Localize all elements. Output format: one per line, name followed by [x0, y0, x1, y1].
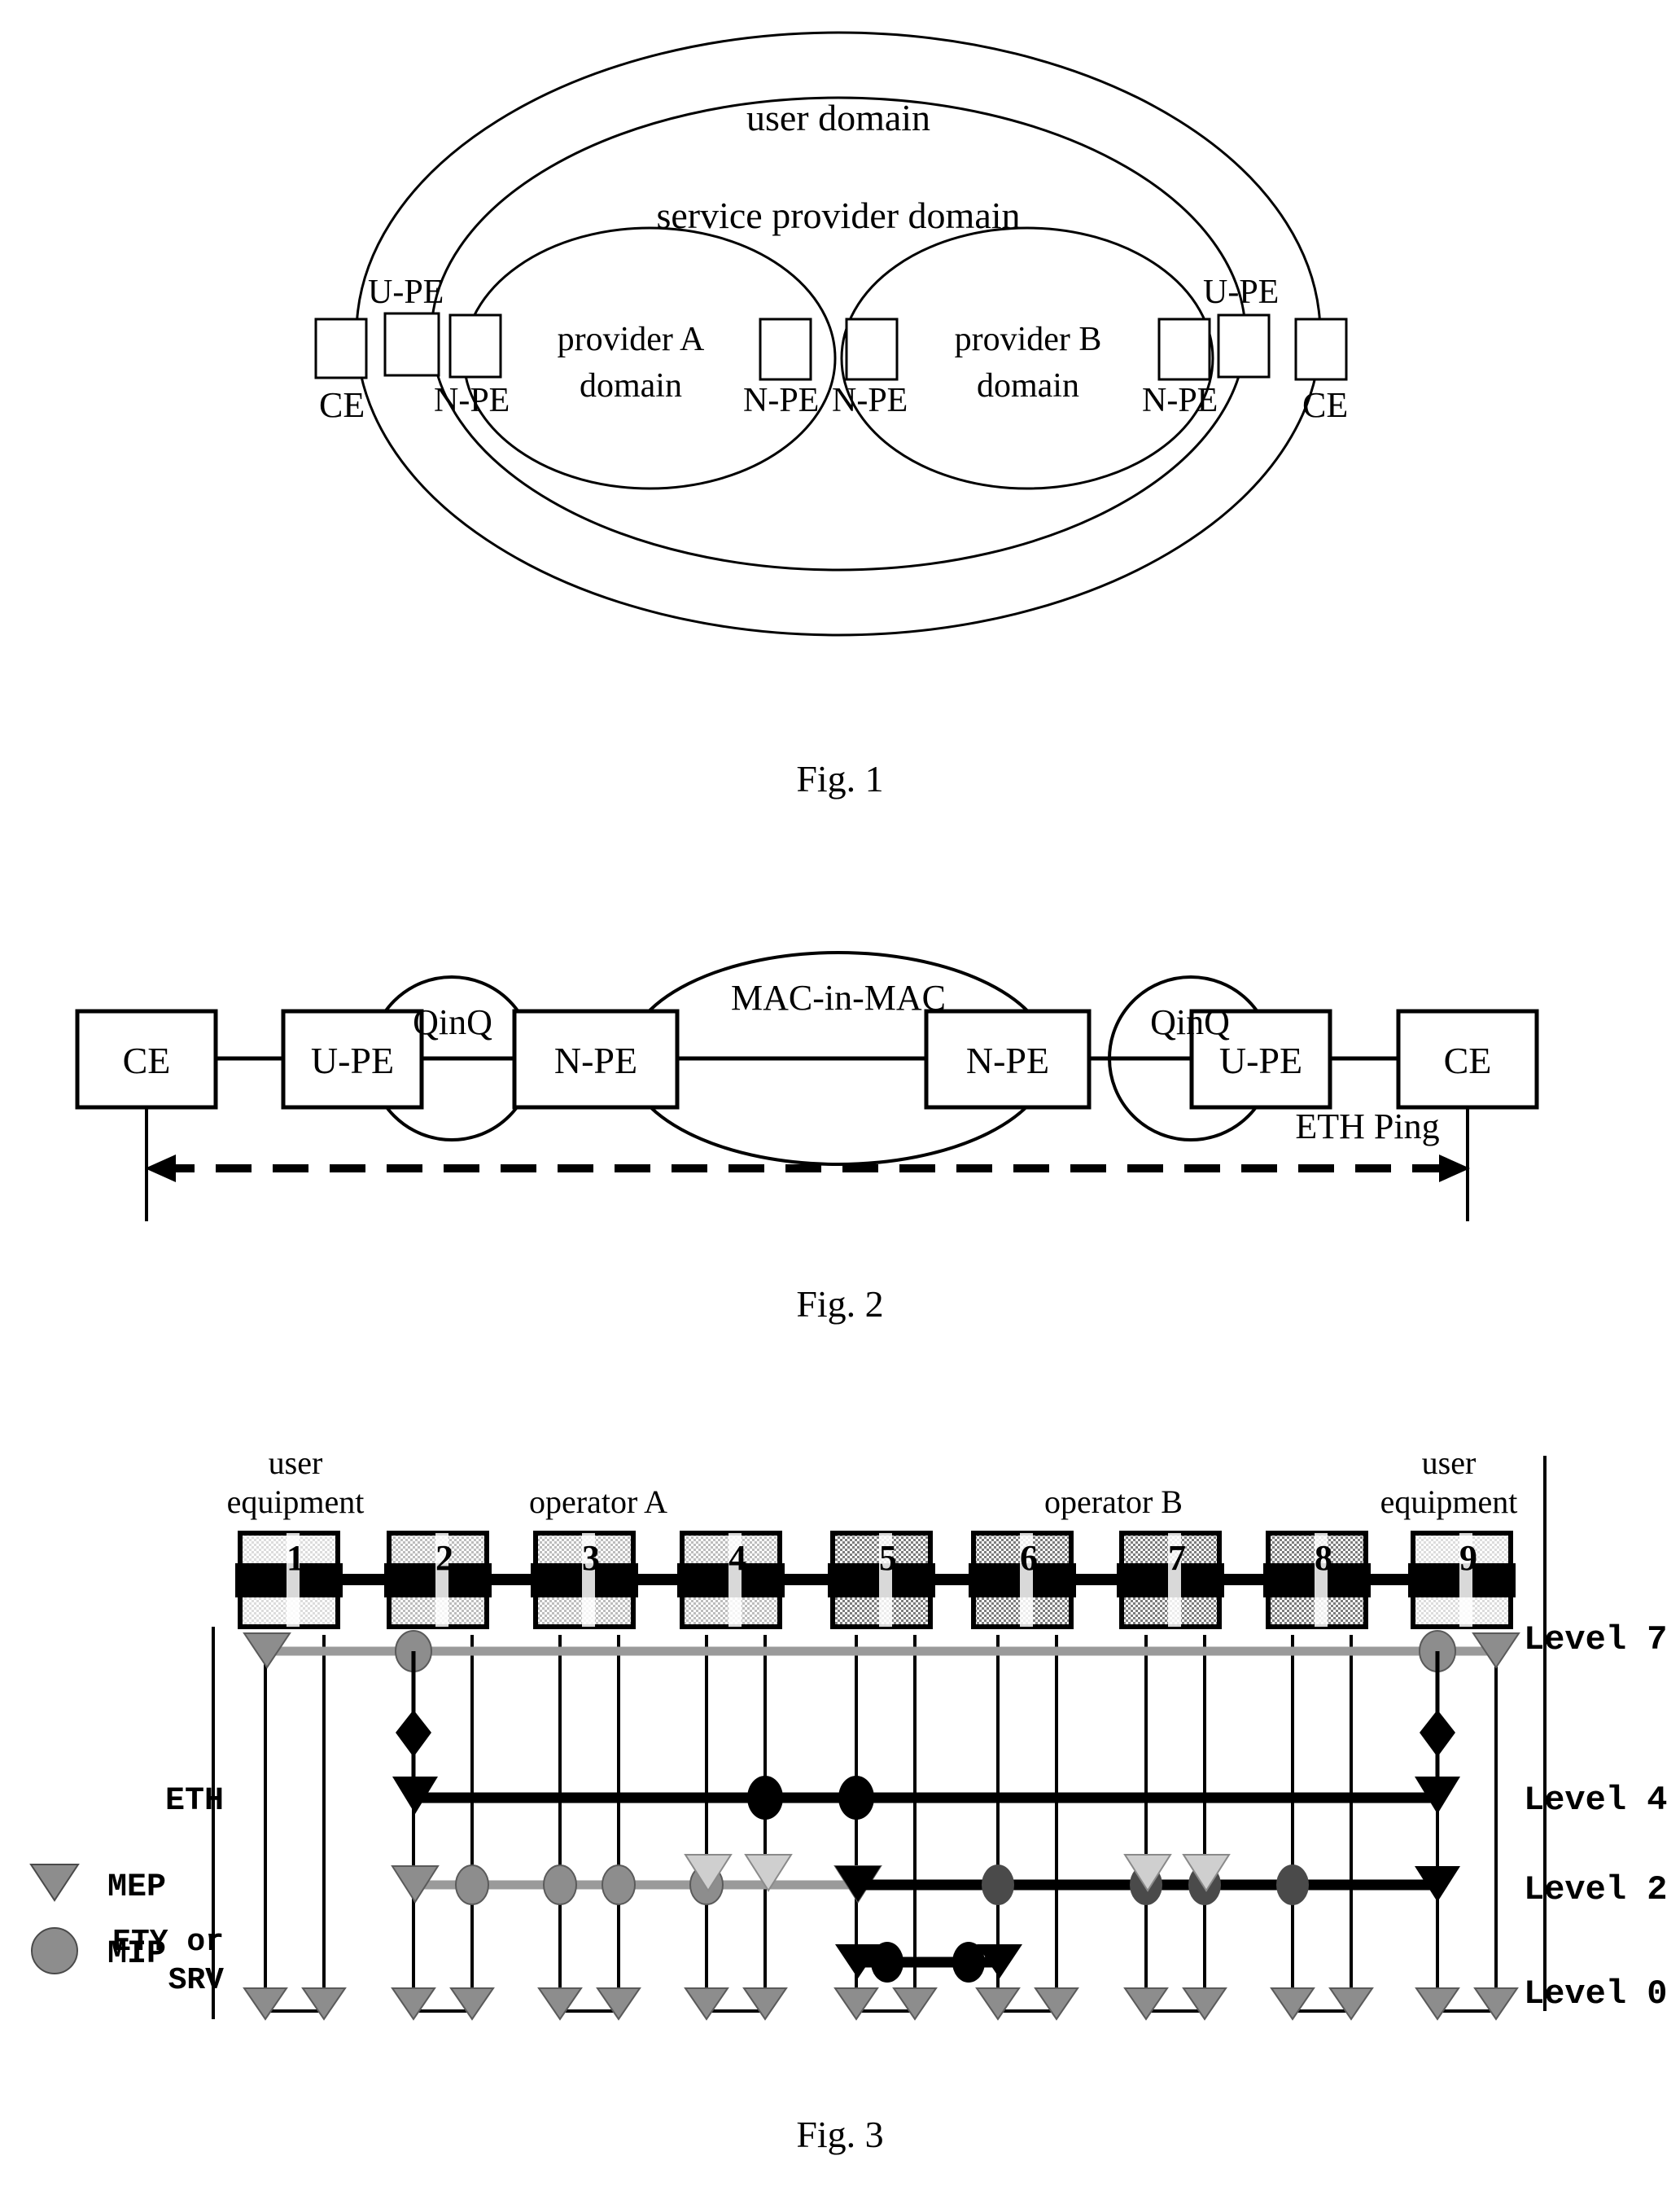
- fig1-label-npe-b-right: N-PE: [1142, 382, 1218, 419]
- fig3-level2-flow-a: [391, 1854, 882, 1905]
- fig3-node-9: 9: [1408, 1531, 1516, 1629]
- fig1-label-npe-b-left: N-PE: [832, 382, 908, 419]
- service-provider-domain-label: service provider domain: [656, 195, 1020, 236]
- fig3-diamond-right: [1420, 1710, 1455, 1757]
- fig3-legend-mip-icon: [31, 1927, 78, 1974]
- fig3-level-label-7: Level 7: [1524, 1620, 1667, 1659]
- fig3-label-user-equipment-left-line1: user: [269, 1444, 323, 1481]
- fig3-node-7: 7: [1117, 1531, 1224, 1629]
- fig3-mip-l2a-2: [543, 1864, 577, 1905]
- fig3-node-2-label: 2: [435, 1538, 453, 1578]
- fig3-mip-l4-b: [838, 1776, 874, 1820]
- fig2-label-ce-left: CE: [123, 1040, 171, 1081]
- fig3-mip-l2b-1: [982, 1864, 1014, 1905]
- figure-1: user domain service provider domain prov…: [0, 0, 1680, 800]
- figure-1-caption: Fig. 1: [796, 758, 884, 800]
- fig3-diamond-left: [396, 1710, 431, 1757]
- fig2-label-mac-in-mac: MAC-in-MAC: [731, 978, 946, 1018]
- figure-2-caption: Fig. 2: [796, 1283, 884, 1325]
- fig3-label-operator-b: operator B: [1044, 1483, 1183, 1520]
- fig3-label-user-equipment-right-line2: equipment: [1380, 1483, 1518, 1520]
- fig3-node-1-label: 1: [287, 1538, 304, 1578]
- fig3-mip-l2b-4: [1276, 1864, 1309, 1905]
- figure-2: CE U-PE N-PE N-PE U-PE CE QinQ MAC-in-MA…: [0, 920, 1680, 1325]
- fig1-label-ce-left: CE: [319, 385, 365, 425]
- fig2-label-npe-left: N-PE: [554, 1040, 637, 1081]
- fig1-node-npe-b-left: [845, 318, 899, 381]
- fig3-level-label-0: Level 0: [1524, 1974, 1667, 2013]
- fig2-arrowhead-left: [145, 1155, 176, 1182]
- fig3-mip-l4-a: [747, 1776, 783, 1820]
- fig1-node-upe-left: [383, 312, 440, 377]
- fig3-node-4-label: 4: [728, 1538, 746, 1578]
- fig1-node-ce-left: [314, 318, 368, 379]
- fig3-mip-l0-b: [952, 1942, 985, 1983]
- fig3-level-label-2: Level 2: [1524, 1870, 1667, 1909]
- fig1-label-upe-left: U-PE: [368, 274, 444, 311]
- fig3-level2-flow-b: [835, 1854, 1460, 1905]
- fig2-label-npe-right: N-PE: [966, 1040, 1049, 1081]
- fig2-label-qinq-left: QinQ: [413, 1002, 492, 1042]
- fig1-label-npe-a-left: N-PE: [434, 382, 510, 419]
- fig3-label-user-equipment-right-line1: user: [1422, 1444, 1477, 1481]
- fig3-node-5: 5: [828, 1531, 935, 1629]
- fig3-legend-mip-label: MIP: [107, 1936, 166, 1973]
- fig3-level7-flow: [243, 1630, 1520, 1672]
- provider-a-domain-label-line1: provider A: [558, 321, 705, 358]
- fig3-side-label-eth: ETH: [165, 1783, 224, 1820]
- fig3-level7-connectors: [396, 1651, 1455, 1779]
- fig2-label-eth-ping: ETH Ping: [1295, 1106, 1439, 1146]
- fig1-label-npe-a-right: N-PE: [743, 382, 819, 419]
- fig3-level0-mep-markers: [243, 1987, 1519, 2021]
- fig3-node-4: 4: [677, 1531, 785, 1629]
- fig3-mip-l2a-1: [455, 1864, 489, 1905]
- provider-b-domain-label-line1: provider B: [955, 321, 1102, 358]
- fig3-side-label-ety-line2: SRV: [168, 1963, 225, 1998]
- fig3-legend-mep-label: MEP: [107, 1869, 166, 1906]
- fig1-label-ce-right: CE: [1302, 385, 1348, 425]
- fig2-label-upe-right: U-PE: [1219, 1040, 1302, 1081]
- fig3-node-3: 3: [531, 1531, 638, 1629]
- fig3-legend-mep-icon: [29, 1864, 80, 1902]
- fig3-node-1: 1: [235, 1531, 343, 1629]
- figure-3-caption: Fig. 3: [796, 2114, 884, 2155]
- figure-3: user equipment operator A operator B use…: [0, 1441, 1680, 2155]
- fig3-level4-flow: [392, 1776, 1460, 1820]
- provider-a-domain-label-line2: domain: [580, 367, 682, 405]
- fig3-node-8: 8: [1263, 1531, 1371, 1629]
- fig2-label-ce-right: CE: [1444, 1040, 1492, 1081]
- user-domain-label: user domain: [746, 97, 930, 138]
- fig2-label-upe-left: U-PE: [311, 1040, 394, 1081]
- fig1-node-npe-a-right: [759, 318, 812, 381]
- fig3-node-9-label: 9: [1459, 1538, 1477, 1578]
- fig3-node-2: 2: [384, 1531, 492, 1629]
- provider-b-domain-label-line2: domain: [977, 367, 1079, 405]
- fig3-node-6: 6: [969, 1531, 1076, 1629]
- fig2-arrowhead-right: [1439, 1155, 1470, 1182]
- fig3-node-5-label: 5: [879, 1538, 897, 1578]
- service-provider-domain-ellipse: [430, 96, 1247, 572]
- fig3-label-user-equipment-left-line2: equipment: [227, 1483, 365, 1520]
- fig3-mip-l2a-3: [602, 1864, 636, 1905]
- fig3-node-8-label: 8: [1315, 1538, 1332, 1578]
- fig1-node-npe-b-right: [1157, 318, 1211, 381]
- fig1-node-upe-right: [1217, 313, 1271, 379]
- fig3-level0-flow: [835, 1942, 1022, 1983]
- fig1-label-upe-right: U-PE: [1203, 274, 1279, 311]
- fig1-node-npe-a-left: [448, 313, 502, 379]
- fig3-level-label-4: Level 4: [1524, 1781, 1667, 1820]
- fig3-legend: MEP MIP: [29, 1864, 166, 1974]
- fig3-node-6-label: 6: [1020, 1538, 1038, 1578]
- fig2-label-qinq-right: QinQ: [1150, 1002, 1230, 1042]
- fig3-label-operator-a: operator A: [529, 1483, 667, 1520]
- fig3-node-3-label: 3: [582, 1538, 600, 1578]
- fig1-node-ce-right: [1294, 318, 1348, 381]
- fig3-node-7-label: 7: [1168, 1538, 1186, 1578]
- fig3-mip-l0-a: [871, 1942, 903, 1983]
